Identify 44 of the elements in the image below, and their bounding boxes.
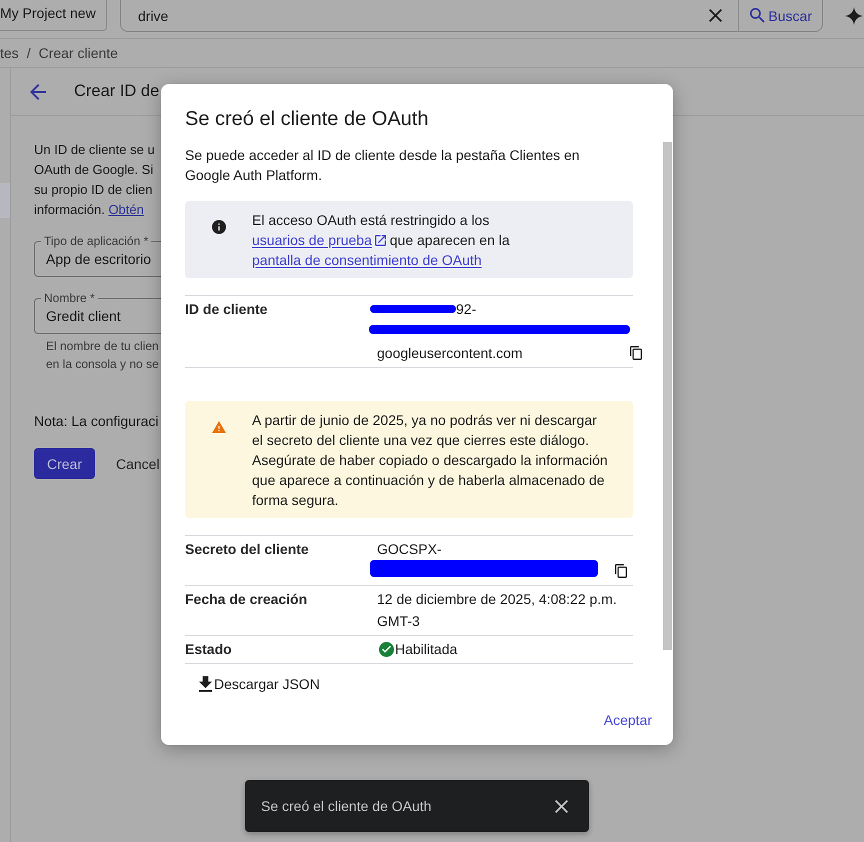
detail-label: Secreto del cliente (185, 540, 310, 559)
info-notice-text: El acceso OAuth está restringido a los usuarios de prueba que aparecen en la pantalla de consentimiento de OAuth (252, 211, 511, 270)
accept-button[interactable]: Aceptar (592, 702, 664, 738)
status-text: Habilitada (395, 640, 458, 659)
project-selector[interactable]: My Project new (0, 0, 107, 31)
breadcrumb-separator: / (26, 45, 31, 61)
detail-label: ID de cliente (185, 300, 268, 319)
sparkle-icon[interactable] (845, 7, 863, 25)
text-link[interactable]: pantalla de consentimiento de OAuth (252, 252, 482, 268)
copy-icon[interactable] (630, 346, 642, 360)
download-icon (199, 676, 212, 692)
create-button[interactable]: Crear (34, 448, 95, 479)
cancel-button[interactable]: Cancel (95, 448, 160, 479)
detail-label: Estado (185, 640, 233, 659)
detail-value: GOCSPX- (377, 540, 442, 559)
external-link-icon (374, 235, 386, 246)
close-icon[interactable] (555, 800, 568, 812)
note-text: Nota: La configuraci (34, 412, 160, 431)
dialog-description: Se puede acceder al ID de cliente desde la pestaña Clientes en Google Auth Platform. (185, 146, 581, 185)
clear-icon[interactable] (709, 9, 722, 22)
intro-text: Un ID de cliente se u OAuth de Google. Si su propio ID de clien información. Obtén (34, 141, 156, 219)
detail-label: Fecha de creación (185, 590, 308, 609)
learn-more-link[interactable]: Obtén (108, 202, 144, 217)
page-title: Crear ID de (74, 82, 160, 101)
breadcrumb-current: Crear cliente (38, 45, 118, 61)
info-icon (212, 220, 226, 234)
search-input[interactable]: drive (121, 6, 710, 26)
external-link[interactable]: usuarios de prueba (252, 232, 386, 248)
search-button[interactable]: Buscar (739, 0, 822, 30)
detail-value: 92- (456, 300, 476, 319)
detail-value: googleusercontent.com (377, 344, 523, 363)
detail-value: 12 de diciembre de 2025, 4:08:22 p.m. GMT-3 (377, 590, 618, 631)
warning-text: A partir de junio de 2025, ya no podrás ver ni descargar el secreto del cliente una vez que cierres este diálogo. Asegúrate de haber copiado o descargado la información que aparece a continuación y de haberla almacenado de forma segura. (252, 411, 608, 510)
breadcrumb-link[interactable]: tes (0, 45, 19, 61)
snackbar-message: Se creó el cliente de OAuth (261, 798, 432, 814)
helper-text: El nombre de tu clien en la consola y no se (46, 338, 160, 373)
dialog-title: Se creó el cliente de OAuth (185, 107, 430, 132)
copy-icon[interactable] (615, 564, 627, 578)
download-json-button[interactable]: Descargar JSON (187, 670, 328, 698)
search-icon (750, 8, 766, 23)
warning-icon (212, 421, 226, 433)
check-circle-icon (379, 642, 394, 656)
back-arrow-icon[interactable] (30, 84, 46, 100)
scrollbar-thumb[interactable] (663, 142, 672, 650)
